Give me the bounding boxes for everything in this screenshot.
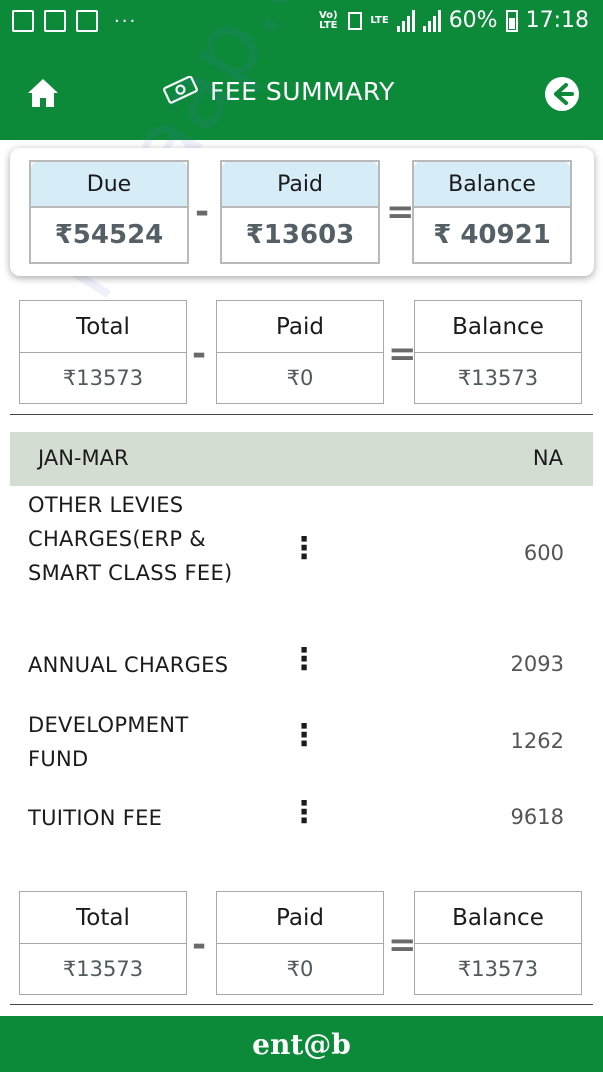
balance-box: Balance ₹13573	[414, 300, 582, 404]
balance-label: Balance	[414, 162, 570, 208]
balance-value: ₹13573	[457, 366, 539, 390]
total-box: Total ₹13573	[19, 300, 187, 404]
battery-icon	[505, 9, 518, 32]
paid-label: Paid	[222, 162, 378, 208]
quarter-header[interactable]: JAN-MAR NA	[10, 432, 593, 486]
paid-box: Paid ₹0	[216, 300, 384, 404]
paid-value: ₹0	[286, 366, 314, 390]
balance-label: Balance	[415, 301, 581, 353]
paid-label: Paid	[217, 301, 383, 353]
paid-box: Paid ₹0	[216, 891, 384, 995]
total-value: ₹13573	[62, 957, 144, 981]
balance-value: ₹ 40921	[433, 220, 551, 250]
balance-value: ₹13573	[457, 957, 539, 981]
paid-label: Paid	[217, 892, 383, 944]
footer: ent@b	[0, 1016, 603, 1072]
status-indicators: Vo) LTE LTE 60% 17:18	[316, 8, 589, 33]
balance-box: Balance ₹ 40921	[412, 160, 572, 264]
fee-item-amount: 9618	[510, 805, 564, 829]
fee-item-name: OTHER LEVIES CHARGES(ERP & SMART CLASS F…	[28, 493, 233, 585]
app-bar: FEE SUMMARY	[0, 46, 603, 140]
fee-item-name: DEVELOPMENT FUND	[28, 713, 189, 771]
total-box: Total ₹13573	[19, 891, 187, 995]
fee-summary-card: Due ₹54524 - Paid ₹13603 = Balance ₹ 409…	[10, 148, 594, 276]
due-box: Due ₹54524	[29, 160, 189, 264]
equals-sign: =	[386, 192, 415, 232]
paid-box: Paid ₹13603	[220, 160, 380, 264]
messages-notification-icon	[76, 10, 98, 32]
fee-item-amount: 2093	[510, 652, 564, 676]
total-value: ₹13573	[62, 366, 144, 390]
equals-sign: =	[388, 925, 417, 965]
battery-percent: 60%	[448, 8, 498, 33]
more-notifications-icon: ···	[114, 10, 138, 32]
minus-sign: -	[195, 192, 210, 232]
total-label: Total	[20, 301, 186, 353]
status-bar: ··· Vo) LTE LTE 60% 17:18	[0, 0, 603, 46]
divider	[10, 1004, 593, 1005]
title-group: FEE SUMMARY	[160, 76, 395, 106]
back-icon[interactable]	[544, 76, 580, 112]
money-icon	[163, 76, 198, 104]
fee-item-amount: 600	[523, 541, 564, 565]
home-icon[interactable]	[26, 76, 60, 110]
vertical-dots-icon: ⋮	[289, 795, 319, 830]
quarter-name: JAN-MAR	[38, 446, 129, 470]
vertical-dots-icon: ⋮	[289, 531, 319, 566]
equals-sign: =	[388, 334, 417, 374]
page-title: FEE SUMMARY	[210, 76, 395, 106]
minus-sign: -	[192, 925, 207, 965]
brand-logo: ent@b	[252, 1027, 351, 1061]
paid-value: ₹0	[286, 957, 314, 981]
signal-icon	[396, 9, 415, 32]
due-label: Due	[31, 162, 187, 208]
quarter-status: NA	[532, 446, 563, 470]
paid-value: ₹13603	[245, 220, 355, 250]
vertical-dots-icon: ⋮	[289, 718, 319, 753]
fee-item-amount: 1262	[510, 729, 564, 753]
gmail-notification-icon	[44, 10, 66, 32]
volte-indicator: Vo) LTE	[318, 9, 338, 31]
minus-sign: -	[192, 334, 207, 374]
fee-item-name: TUITION FEE	[28, 806, 163, 830]
notification-icons: ···	[12, 10, 137, 32]
sim-icon	[348, 11, 363, 30]
balance-label: Balance	[415, 892, 581, 944]
gallery-notification-icon	[12, 10, 34, 32]
fee-item-name: ANNUAL CHARGES	[28, 653, 229, 677]
clock: 17:18	[525, 8, 589, 33]
divider	[10, 414, 593, 415]
signal-icon-2	[422, 9, 441, 32]
total-label: Total	[20, 892, 186, 944]
vertical-dots-icon: ⋮	[289, 642, 319, 677]
due-value: ₹54524	[54, 220, 164, 250]
lte-indicator: LTE	[370, 14, 389, 26]
balance-box: Balance ₹13573	[414, 891, 582, 995]
